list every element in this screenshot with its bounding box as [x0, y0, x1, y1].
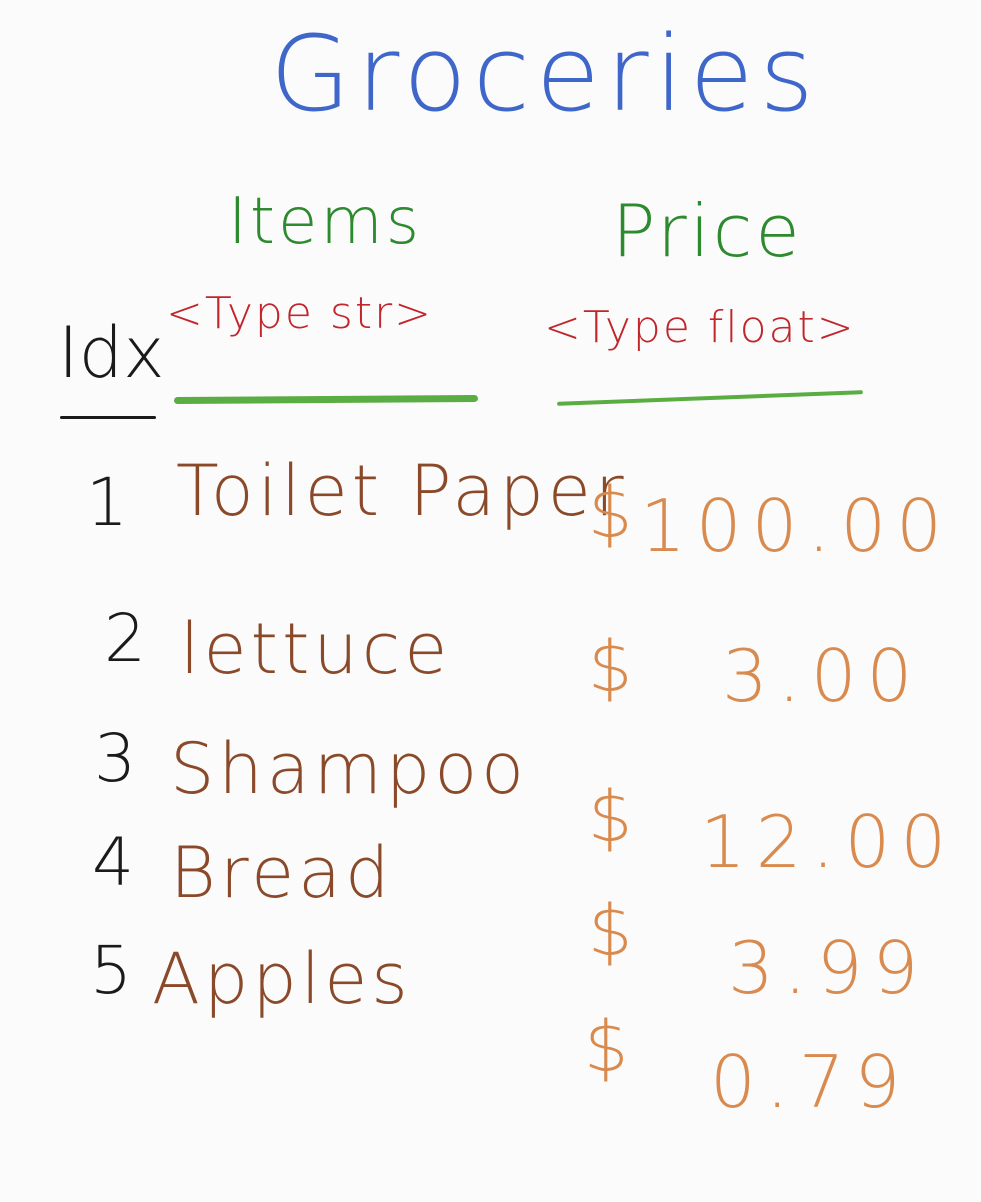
- row-index: 5: [90, 932, 132, 1009]
- row-index: 3: [94, 720, 136, 797]
- row-index: 1: [86, 464, 128, 541]
- price-amount: 0.79: [710, 1040, 911, 1124]
- row-index: 2: [104, 600, 146, 677]
- price-amount: 3.00: [722, 634, 923, 718]
- price-currency: $: [588, 472, 633, 554]
- items-column-header: Items: [228, 185, 423, 259]
- page-title: Groceries: [270, 13, 820, 135]
- item-name: Apples: [152, 938, 412, 1020]
- price-amount: 3.99: [728, 926, 929, 1010]
- price-amount: 100.00: [640, 484, 952, 568]
- item-name: lettuce: [180, 608, 452, 690]
- item-name: Bread: [170, 832, 394, 914]
- row-index: 4: [92, 824, 134, 901]
- item-name: Shampoo: [170, 728, 528, 810]
- price-type-annotation: <Type float>: [544, 302, 856, 353]
- price-underline: [557, 390, 863, 406]
- idx-column-header: Idx: [58, 312, 165, 394]
- item-name: Toilet Paper: [176, 450, 628, 532]
- price-currency: $: [588, 776, 633, 858]
- price-currency: $: [588, 890, 633, 972]
- price-amount: 12.00: [700, 800, 957, 884]
- items-type-annotation: <Type str>: [166, 288, 434, 339]
- items-underline: [173, 394, 479, 405]
- idx-underline: [60, 416, 156, 419]
- price-currency: $: [588, 626, 633, 708]
- price-currency: $: [584, 1006, 629, 1088]
- price-column-header: Price: [612, 189, 803, 273]
